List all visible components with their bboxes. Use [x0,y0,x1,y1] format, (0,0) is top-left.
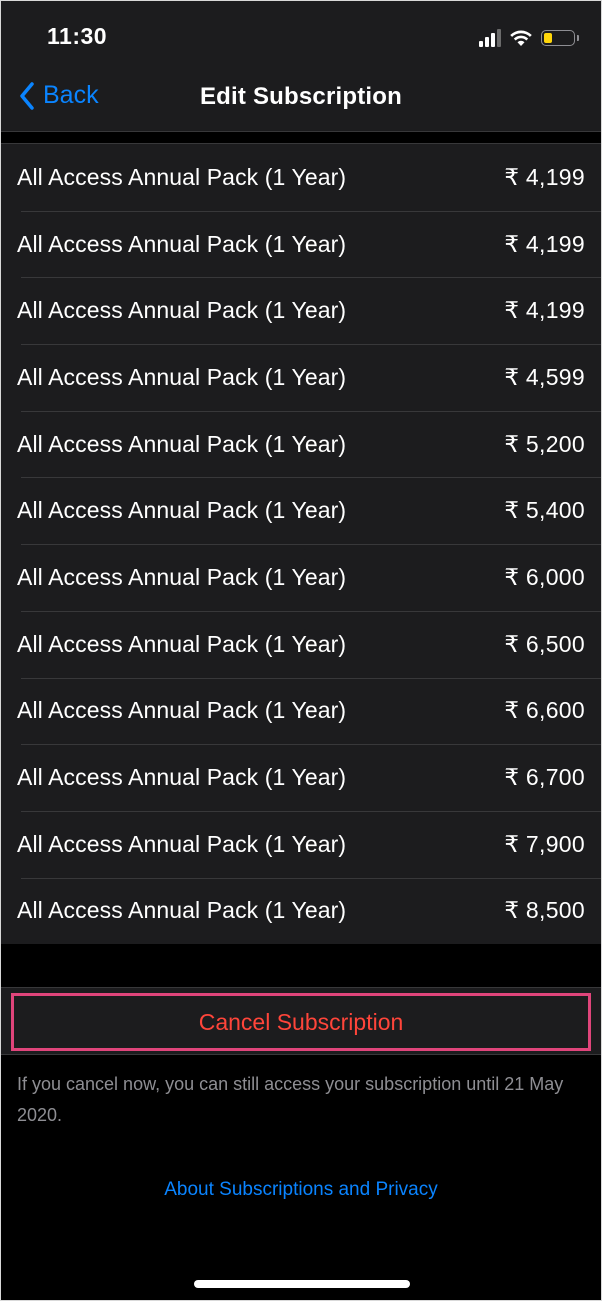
plan-name: All Access Annual Pack (1 Year) [17,630,347,657]
subscription-option-row[interactable]: All Access Annual Pack (1 Year) ₹ 8,500 [1,877,601,945]
subscription-options-list: All Access Annual Pack (1 Year) ₹ 4,199 Al… [1,143,601,945]
plan-name: All Access Annual Pack (1 Year) [17,764,347,791]
plan-name: All Access Annual Pack (1 Year) [17,830,347,857]
cancel-subscription-button[interactable]: Cancel Subscription [11,993,591,1051]
plan-name: All Access Annual Pack (1 Year) [17,163,347,190]
about-subscriptions-privacy-link[interactable]: About Subscriptions and Privacy [1,1179,601,1201]
subscription-option-row[interactable]: All Access Annual Pack (1 Year) ₹ 6,000 [1,544,601,611]
plan-name: All Access Annual Pack (1 Year) [17,230,347,257]
screen: 11:30 Back Edit Subscription All Access … [0,0,602,1301]
subscription-option-row[interactable]: All Access Annual Pack (1 Year) ₹ 5,200 [1,410,601,478]
cancel-subscription-label: Cancel Subscription [198,1008,404,1035]
plan-price: ₹ 6,000 [504,563,585,590]
page-title: Edit Subscription [199,83,403,110]
plan-price: ₹ 5,200 [504,430,585,457]
subscription-option-row[interactable]: All Access Annual Pack (1 Year) ₹ 6,500 [1,610,601,678]
subscription-option-row[interactable]: All Access Annual Pack (1 Year) ₹ 4,599 [1,344,601,411]
subscription-option-row[interactable]: All Access Annual Pack (1 Year) ₹ 7,900 [1,810,601,878]
cancel-footnote: If you cancel now, you can still access … [17,1074,564,1125]
plan-price: ₹ 6,500 [504,630,585,657]
plan-name: All Access Annual Pack (1 Year) [17,563,347,590]
plan-name: All Access Annual Pack (1 Year) [17,497,347,524]
plan-price: ₹ 4,599 [504,363,585,390]
plan-price: ₹ 7,900 [504,830,585,857]
status-time: 11:30 [47,23,108,49]
status-icons [479,27,579,49]
wifi-icon [510,30,532,46]
plan-name: All Access Annual Pack (1 Year) [17,430,347,457]
plan-price: ₹ 4,199 [504,230,585,257]
navigation-bar: 11:30 Back Edit Subscription [1,1,601,132]
home-indicator[interactable] [194,1280,410,1288]
battery-icon [541,30,579,46]
subscription-option-row[interactable]: All Access Annual Pack (1 Year) ₹ 6,600 [1,677,601,745]
plan-price: ₹ 8,500 [504,897,585,924]
subscription-option-row[interactable]: All Access Annual Pack (1 Year) ₹ 4,199 [1,277,601,344]
plan-name: All Access Annual Pack (1 Year) [17,897,347,924]
plan-price: ₹ 4,199 [504,163,585,190]
cellular-signal-icon [479,29,501,47]
subscription-option-row[interactable]: All Access Annual Pack (1 Year) ₹ 4,199 [1,144,601,211]
subscription-option-row[interactable]: All Access Annual Pack (1 Year) ₹ 6,700 [1,744,601,811]
subscription-option-row[interactable]: All Access Annual Pack (1 Year) ₹ 4,199 [1,210,601,278]
battery-level [544,33,552,43]
plan-price: ₹ 6,600 [504,697,585,724]
plan-name: All Access Annual Pack (1 Year) [17,697,347,724]
plan-name: All Access Annual Pack (1 Year) [17,363,347,390]
plan-name: All Access Annual Pack (1 Year) [17,297,347,324]
plan-price: ₹ 6,700 [504,764,585,791]
plan-price: ₹ 5,400 [504,497,585,524]
subscription-option-row[interactable]: All Access Annual Pack (1 Year) ₹ 5,400 [1,477,601,544]
cancel-section: Cancel Subscription [1,987,601,1055]
plan-price: ₹ 4,199 [504,297,585,324]
